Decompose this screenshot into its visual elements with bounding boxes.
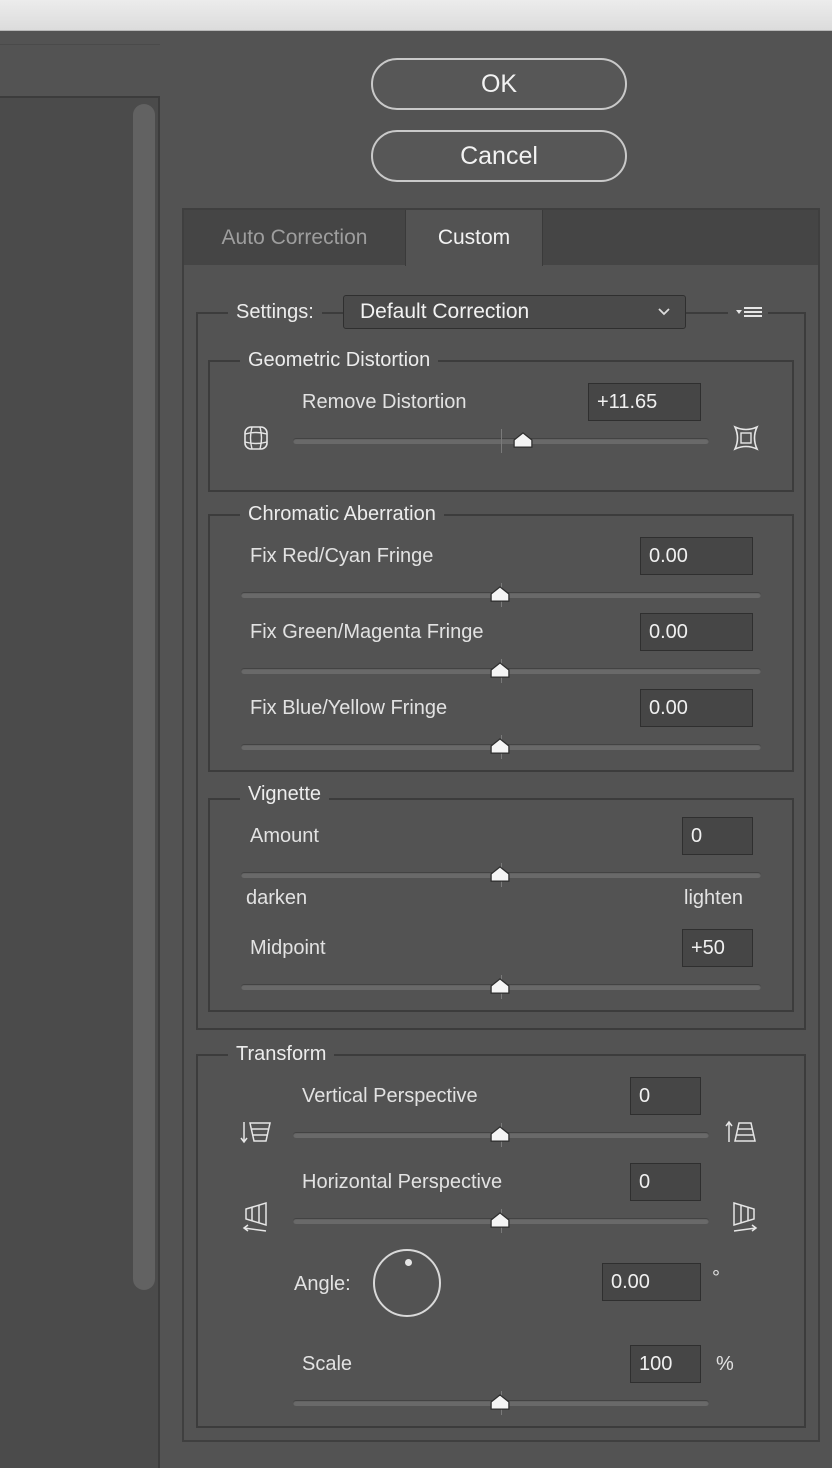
angle-input[interactable]: 0.00 xyxy=(602,1263,701,1301)
transform-group xyxy=(196,1054,806,1428)
scale-input[interactable]: 100 xyxy=(630,1345,701,1383)
midpoint-input[interactable]: +50 xyxy=(682,929,753,967)
slider-thumb[interactable] xyxy=(490,586,510,602)
horizontal-perspective-label: Horizontal Perspective xyxy=(302,1171,503,1193)
blue-yellow-slider[interactable] xyxy=(241,733,761,761)
midpoint-label: Midpoint xyxy=(250,937,326,959)
lighten-label: lighten xyxy=(684,887,743,909)
blue-yellow-label: Fix Blue/Yellow Fringe xyxy=(250,697,448,719)
slider-thumb[interactable] xyxy=(490,1212,510,1228)
horizontal-perspective-left-icon[interactable] xyxy=(240,1200,274,1234)
vignette-title: Vignette xyxy=(240,781,330,807)
horizontal-perspective-right-icon[interactable] xyxy=(730,1200,764,1234)
amount-slider[interactable] xyxy=(241,861,761,889)
tab-custom[interactable]: Custom xyxy=(406,210,543,266)
scale-label: Scale xyxy=(302,1353,353,1375)
slider-center-tick xyxy=(501,429,502,453)
slider-thumb[interactable] xyxy=(490,978,510,994)
green-magenta-input[interactable]: 0.00 xyxy=(640,613,753,651)
slider-thumb[interactable] xyxy=(490,662,510,678)
remove-distortion-slider[interactable] xyxy=(293,427,709,455)
geometric-distortion-group xyxy=(208,360,794,492)
preview-toolbar-strip xyxy=(0,44,160,97)
scale-unit: % xyxy=(716,1353,734,1375)
cancel-button[interactable]: Cancel xyxy=(371,130,627,182)
settings-dropdown-value: Default Correction xyxy=(360,300,530,323)
remove-distortion-label: Remove Distortion xyxy=(302,391,467,413)
vertical-perspective-slider[interactable] xyxy=(293,1121,709,1149)
vertical-perspective-label: Vertical Perspective xyxy=(302,1085,478,1107)
amount-label: Amount xyxy=(250,825,319,847)
vertical-perspective-input[interactable]: 0 xyxy=(630,1077,701,1115)
chevron-down-icon xyxy=(657,296,671,338)
slider-thumb[interactable] xyxy=(490,866,510,882)
vertical-perspective-left-icon[interactable] xyxy=(240,1118,274,1146)
red-cyan-label: Fix Red/Cyan Fringe xyxy=(250,545,434,567)
settings-dropdown[interactable]: Default Correction xyxy=(343,295,686,329)
horizontal-perspective-input[interactable]: 0 xyxy=(630,1163,701,1201)
pincushion-distortion-icon[interactable] xyxy=(242,424,270,452)
slider-thumb[interactable] xyxy=(490,1394,510,1410)
angle-dial-indicator xyxy=(405,1259,412,1266)
blue-yellow-input[interactable]: 0.00 xyxy=(640,689,753,727)
tab-auto-correction[interactable]: Auto Correction xyxy=(184,210,406,266)
horizontal-perspective-slider[interactable] xyxy=(293,1207,709,1235)
chromatic-aberration-title: Chromatic Aberration xyxy=(240,501,444,527)
settings-label: Settings: xyxy=(228,299,322,325)
slider-thumb[interactable] xyxy=(490,738,510,754)
window-title-bar xyxy=(0,0,832,31)
slider-thumb[interactable] xyxy=(513,432,533,448)
amount-input[interactable]: 0 xyxy=(682,817,753,855)
flyout-menu-icon[interactable] xyxy=(728,299,768,325)
green-magenta-label: Fix Green/Magenta Fringe xyxy=(250,621,484,643)
red-cyan-input[interactable]: 0.00 xyxy=(640,537,753,575)
midpoint-slider[interactable] xyxy=(241,973,761,1001)
geometric-distortion-title: Geometric Distortion xyxy=(240,347,439,373)
darken-label: darken xyxy=(246,887,308,909)
angle-label: Angle: xyxy=(294,1273,351,1295)
angle-dial[interactable] xyxy=(373,1249,441,1317)
red-cyan-slider[interactable] xyxy=(241,581,761,609)
ok-button[interactable]: OK xyxy=(371,58,627,110)
remove-distortion-input[interactable]: +11.65 xyxy=(588,383,701,421)
slider-thumb[interactable] xyxy=(490,1126,510,1142)
preview-scrollbar[interactable] xyxy=(133,104,155,1290)
scale-slider[interactable] xyxy=(293,1389,709,1417)
barrel-distortion-icon[interactable] xyxy=(732,424,760,452)
vertical-perspective-right-icon[interactable] xyxy=(725,1118,759,1146)
green-magenta-slider[interactable] xyxy=(241,657,761,685)
angle-unit: ° xyxy=(712,1267,720,1289)
transform-title: Transform xyxy=(228,1041,335,1067)
